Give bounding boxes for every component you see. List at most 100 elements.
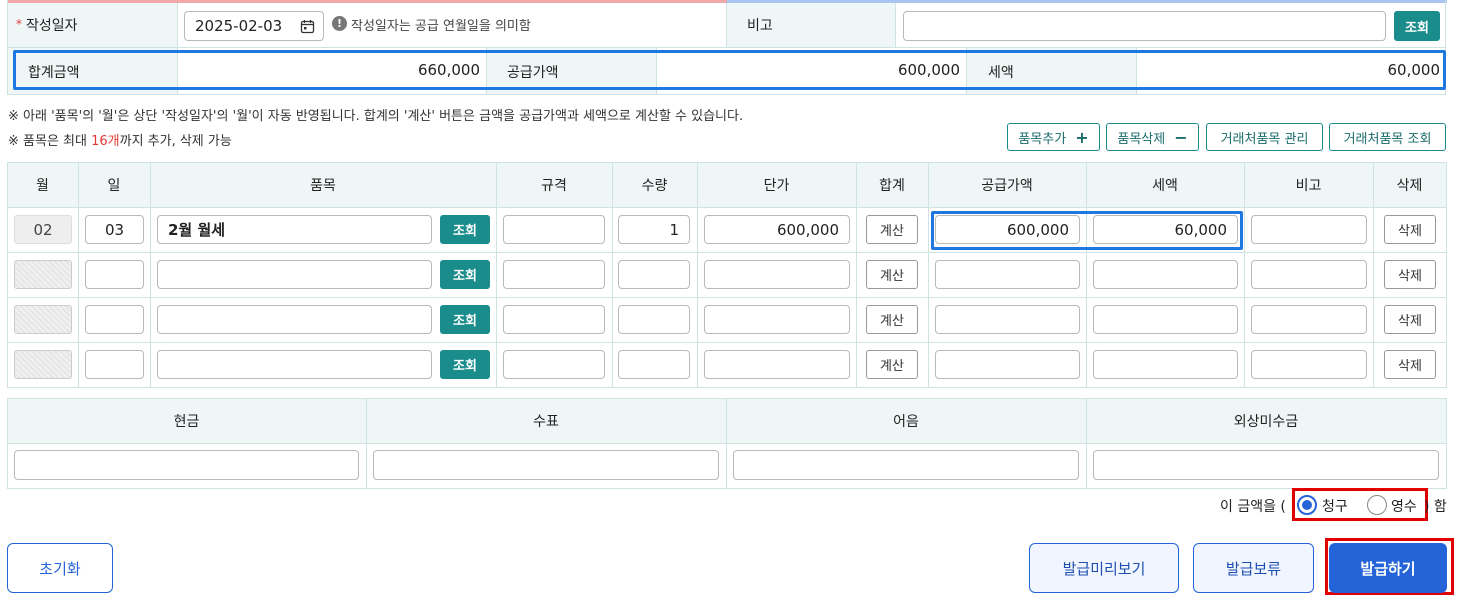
item-input[interactable]: 2월 월세 (157, 215, 432, 244)
spec-input[interactable] (503, 215, 605, 244)
day-input[interactable] (85, 260, 144, 289)
receipt-suffix: ) 함 (1424, 499, 1447, 515)
qty-input[interactable] (618, 305, 690, 334)
month-cell-disabled (14, 305, 72, 334)
radio-receipt[interactable] (1367, 495, 1387, 515)
day-input[interactable] (85, 350, 144, 379)
items-header-6: 합계 (879, 177, 905, 194)
calendar-icon[interactable] (300, 19, 315, 38)
payment-header-1: 수표 (533, 413, 559, 430)
note-line-1: ※ 아래 '품목'의 '월'은 상단 '작성일자'의 '월'이 자동 반영됩니다… (8, 109, 744, 124)
items-header-5: 단가 (763, 177, 790, 194)
payment-input-3[interactable] (1093, 450, 1439, 480)
item-lookup-button[interactable]: 조회 (440, 350, 490, 379)
month-cell-disabled (14, 260, 72, 289)
issue-button[interactable]: 발급하기 (1329, 543, 1447, 593)
qty-input[interactable] (618, 260, 690, 289)
supply-input[interactable] (935, 260, 1080, 289)
receipt-prefix: 이 금액을 ( (1220, 499, 1286, 515)
calc-button[interactable]: 계산 (866, 260, 918, 289)
radio-receipt-label[interactable]: 영수 (1391, 496, 1417, 516)
supply-label: 공급가액 (507, 65, 559, 81)
qty-input[interactable]: 1 (618, 215, 690, 244)
preview-button[interactable]: 발급미리보기 (1029, 543, 1179, 593)
row-memo-input[interactable] (1251, 215, 1367, 244)
info-icon: ! (332, 16, 347, 31)
supply-input[interactable] (935, 305, 1080, 334)
items-header-4: 수량 (641, 177, 668, 194)
row-memo-input[interactable] (1251, 305, 1367, 334)
radio-claim-label[interactable]: 청구 (1322, 496, 1348, 516)
delete-item-label: 품목삭제 (1117, 131, 1166, 147)
tax-value: 60,000 (1387, 61, 1441, 79)
supply-input[interactable] (935, 350, 1080, 379)
calc-button[interactable]: 계산 (866, 215, 918, 244)
spec-input[interactable] (503, 305, 605, 334)
payment-header-2: 어음 (893, 413, 919, 430)
row-delete-button[interactable]: 삭제 (1384, 350, 1436, 379)
row-delete-button[interactable]: 삭제 (1384, 305, 1436, 334)
payment-input-0[interactable] (14, 450, 359, 480)
unit-price-input[interactable] (704, 305, 850, 334)
item-input[interactable] (157, 305, 432, 334)
memo-input[interactable] (903, 11, 1386, 41)
items-header-2: 품목 (310, 177, 336, 194)
unit-price-input[interactable] (704, 260, 850, 289)
add-item-button[interactable]: 품목추가 + (1007, 123, 1100, 151)
manage-partner-items-button[interactable]: 거래처품목 관리 (1206, 123, 1323, 151)
item-lookup-button[interactable]: 조회 (440, 260, 490, 289)
reset-button[interactable]: 초기화 (7, 543, 113, 593)
date-input[interactable]: 2025-02-03 (184, 11, 324, 41)
payment-input-2[interactable] (733, 450, 1079, 480)
tax-input[interactable] (1093, 305, 1238, 334)
calc-button[interactable]: 계산 (866, 350, 918, 379)
items-header-1: 일 (107, 177, 121, 194)
unit-price-value: 600,000 (776, 220, 839, 239)
item-lookup-button[interactable]: 조회 (440, 305, 490, 334)
tax-input[interactable] (1093, 350, 1238, 379)
row-delete-button[interactable]: 삭제 (1384, 260, 1436, 289)
item-value: 2월 월세 (168, 221, 226, 239)
radio-claim[interactable] (1297, 495, 1317, 515)
unit-price-input[interactable]: 600,000 (704, 215, 850, 244)
row-memo-input[interactable] (1251, 350, 1367, 379)
calc-button[interactable]: 계산 (866, 305, 918, 334)
item-input[interactable] (157, 260, 432, 289)
payment-input-1[interactable] (373, 450, 719, 480)
tax-input[interactable] (1093, 260, 1238, 289)
required-mark: * (16, 17, 22, 31)
row-memo-input[interactable] (1251, 260, 1367, 289)
day-input[interactable] (85, 305, 144, 334)
plus-icon: + (1075, 127, 1089, 147)
items-header-8: 세액 (1152, 177, 1178, 194)
row-highlight-box (931, 211, 1243, 250)
items-header-7: 공급가액 (981, 177, 1033, 194)
items-header-10: 삭제 (1396, 177, 1423, 194)
note-line-2: ※ 품목은 최대 16개까지 추가, 삭제 가능 (8, 130, 232, 149)
total-value: 660,000 (417, 61, 480, 79)
qty-value: 1 (669, 220, 679, 239)
item-lookup-button[interactable]: 조회 (440, 215, 490, 244)
memo-label: 비고 (747, 18, 773, 34)
memo-lookup-button[interactable]: 조회 (1394, 11, 1440, 41)
total-label: 합계금액 (28, 65, 80, 81)
items-header-0: 월 (36, 177, 49, 194)
lookup-partner-items-button[interactable]: 거래처품목 조회 (1329, 123, 1446, 151)
delete-item-button[interactable]: 품목삭제 − (1106, 123, 1199, 151)
hold-button[interactable]: 발급보류 (1193, 543, 1314, 593)
row-delete-button[interactable]: 삭제 (1384, 215, 1436, 244)
day-input[interactable]: 03 (85, 215, 144, 244)
qty-input[interactable] (618, 350, 690, 379)
month-cell-disabled (14, 350, 72, 379)
date-value: 2025-02-03 (195, 17, 283, 35)
date-label: 작성일자 (26, 18, 78, 34)
spec-input[interactable] (503, 350, 605, 379)
item-input[interactable] (157, 350, 432, 379)
add-item-label: 품목추가 (1018, 131, 1067, 147)
supply-value: 600,000 (897, 61, 960, 79)
month-cell: 02 (14, 215, 72, 244)
date-hint: 작성일자는 공급 연월일을 의미함 (351, 19, 531, 34)
spec-input[interactable] (503, 260, 605, 289)
note-line-2-highlight: 16개 (91, 134, 120, 149)
unit-price-input[interactable] (704, 350, 850, 379)
